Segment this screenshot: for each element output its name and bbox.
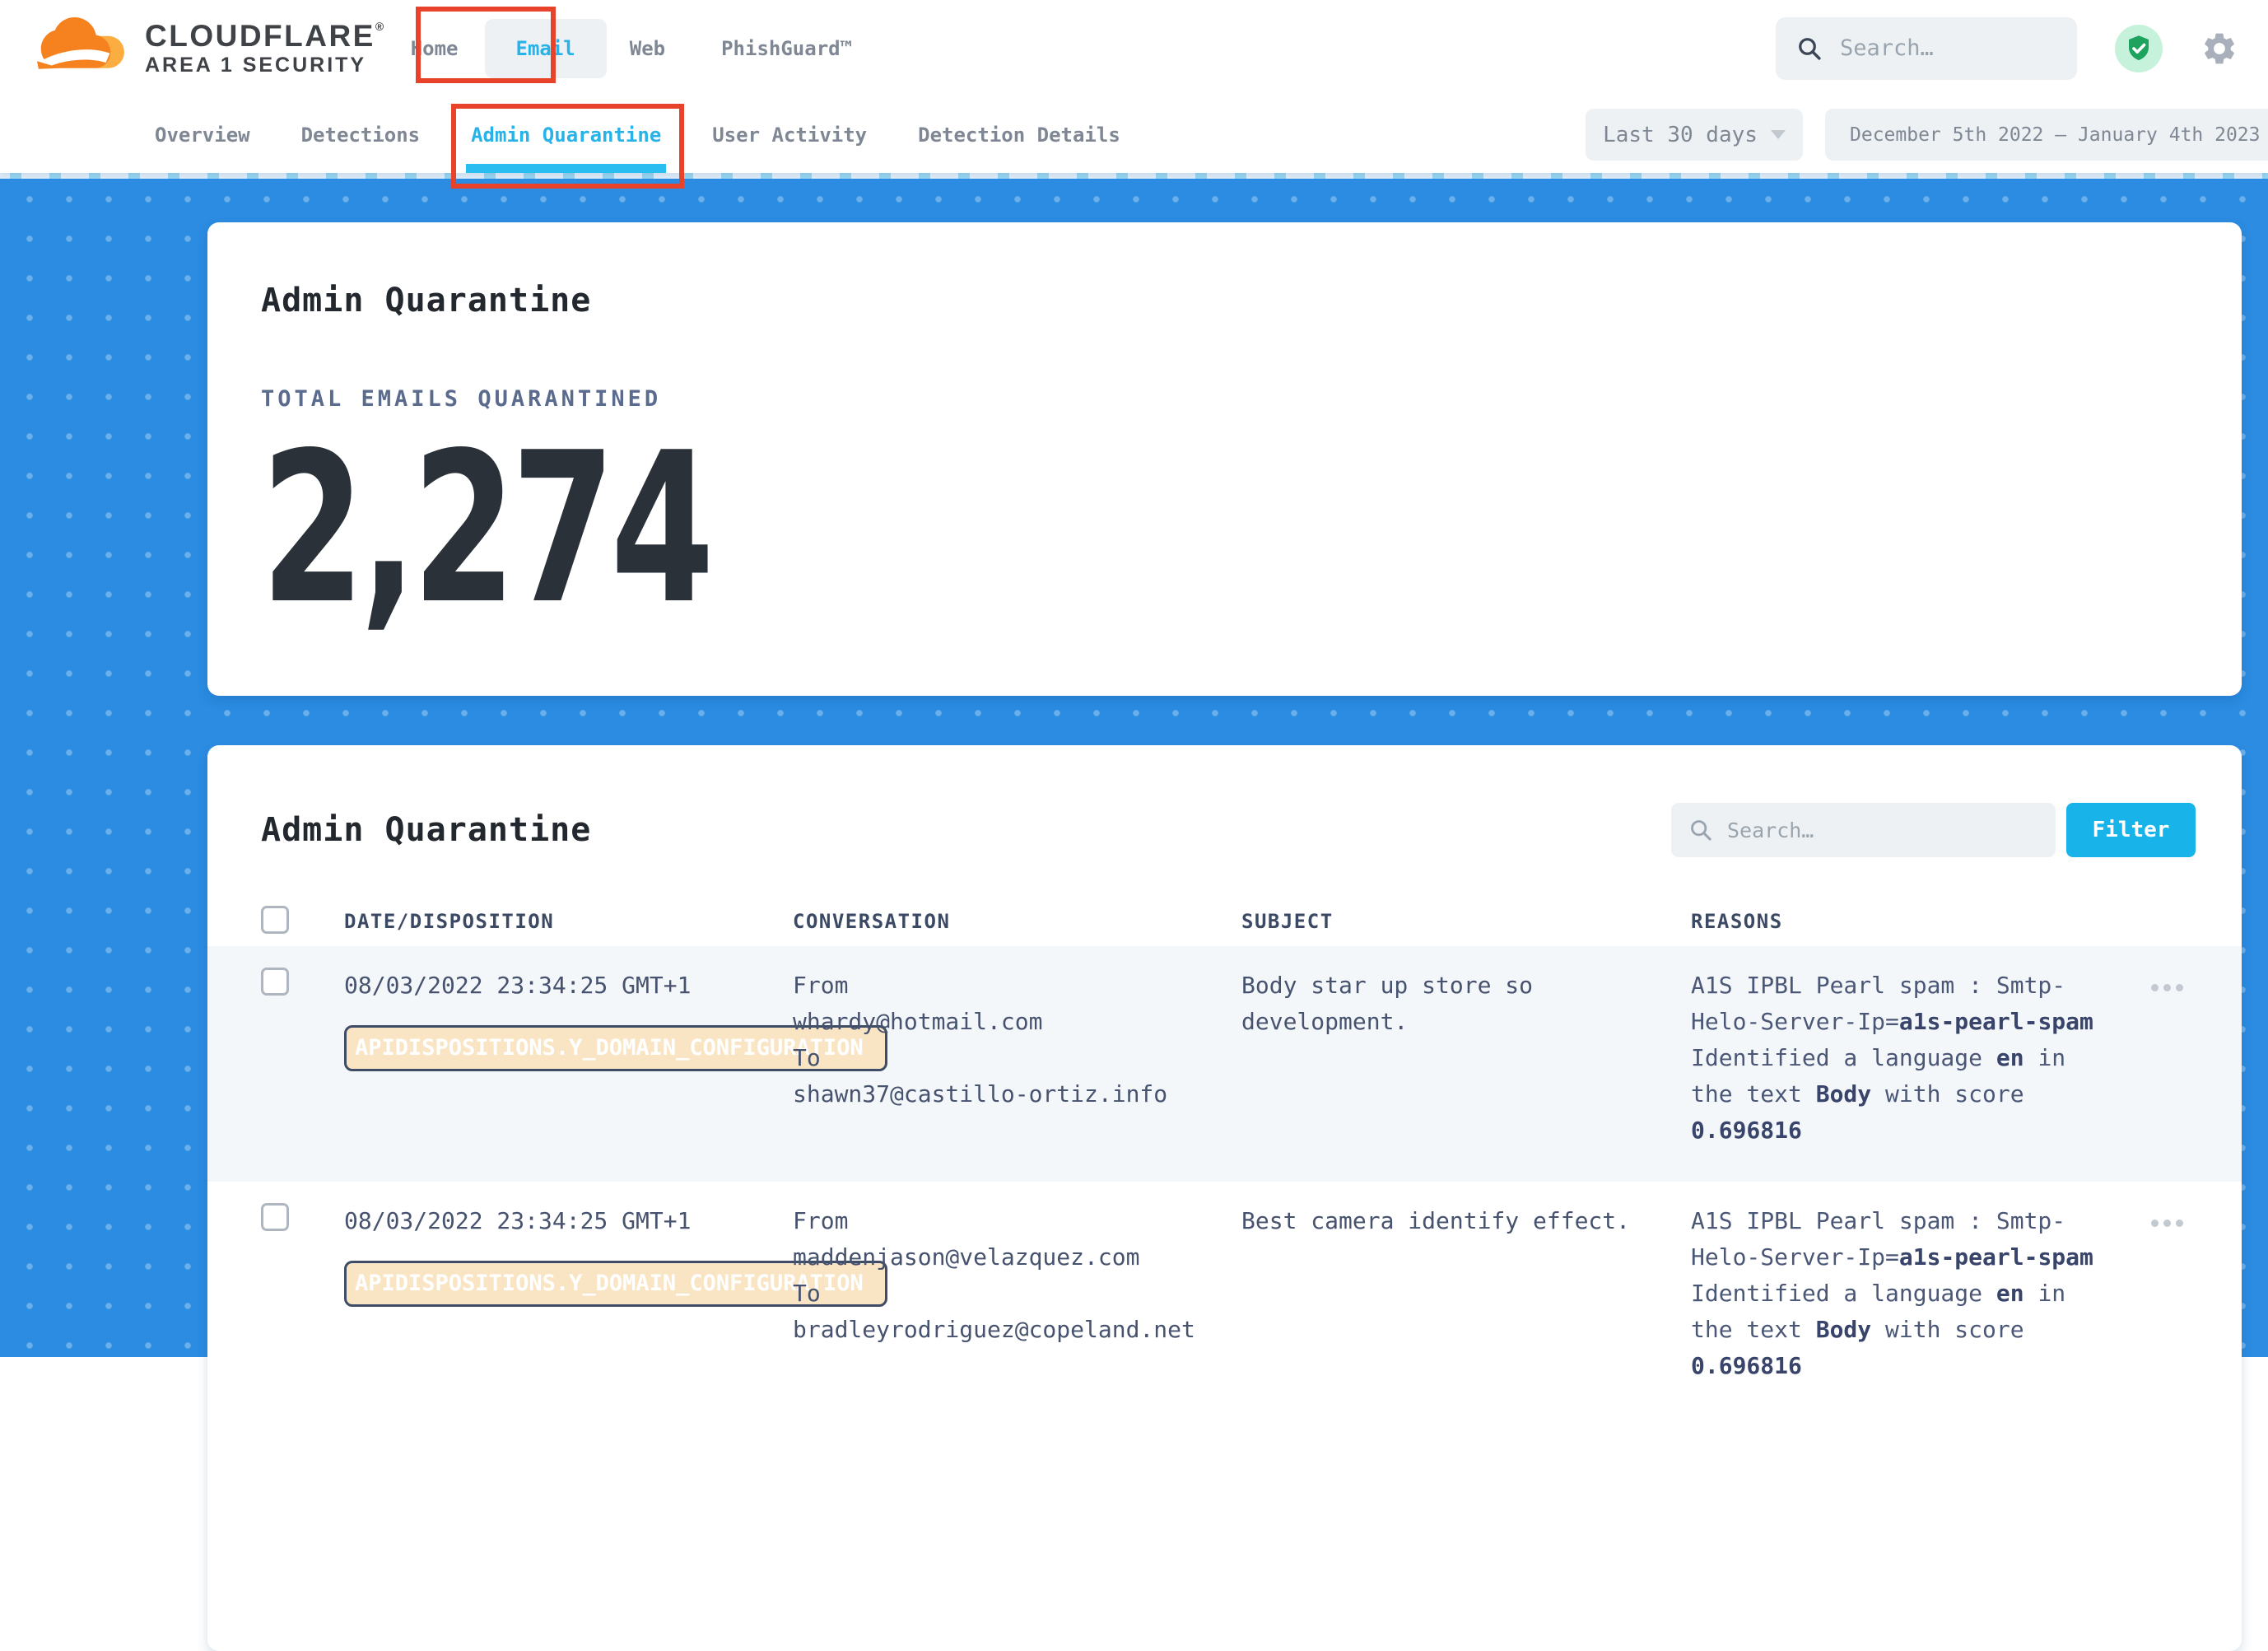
caret-down-icon [1771, 130, 1786, 139]
brand-tagline: AREA 1 SECURITY [145, 55, 386, 76]
col-header-date-disposition: DATE/DISPOSITION [344, 910, 793, 933]
ellipsis-menu-icon[interactable] [2146, 979, 2188, 996]
to-label: To [793, 1276, 1241, 1312]
to-address: shawn37@castillo-ortiz.info [793, 1076, 1241, 1112]
period-dropdown[interactable]: Last 30 days [1586, 109, 1803, 161]
to-label: To [793, 1040, 1241, 1076]
sub-nav-tabs: Overview Detections Admin Quarantine Use… [0, 96, 1120, 173]
to-address: bradleyrodriguez@copeland.net [793, 1312, 1241, 1348]
tab-overview[interactable]: Overview [155, 96, 250, 173]
col-header-reasons: REASONS [1691, 910, 2140, 933]
tab-user-activity[interactable]: User Activity [712, 96, 867, 173]
metric-value: 2,274 [261, 433, 1649, 626]
col-header-conversation: CONVERSATION [793, 910, 1241, 933]
top-nav-items: Home Email Web PhishGuard™ [407, 19, 855, 78]
protection-status-button[interactable] [2115, 25, 2163, 72]
filter-button[interactable]: Filter [2066, 803, 2196, 857]
shield-check-icon [2124, 34, 2154, 63]
row-checkbox[interactable] [261, 968, 289, 996]
nav-item-phishguard[interactable]: PhishGuard™ [718, 37, 855, 60]
global-search[interactable] [1776, 17, 2077, 80]
table-controls: Filter [1671, 803, 2196, 857]
table-card-title: Admin Quarantine [261, 811, 591, 850]
from-address: whardy@hotmail.com [793, 1004, 1241, 1040]
date-range-label: December 5th 2022 — January 4th 2023 [1850, 124, 2261, 146]
top-nav-right [1776, 0, 2238, 96]
brand-text: CLOUDFLARE® AREA 1 SECURITY [145, 21, 386, 76]
nav-item-web[interactable]: Web [626, 37, 668, 60]
row-reasons: A1S IPBL Pearl spam : Smtp-Helo-Server-I… [1691, 968, 2140, 1182]
row-date: 08/03/2022 23:34:25 GMT+1 [344, 1203, 793, 1239]
col-header-subject: SUBJECT [1241, 910, 1691, 933]
from-label: From [793, 968, 1241, 1004]
nav-item-email-pill[interactable]: Email [485, 19, 607, 78]
cloudflare-logo[interactable]: CLOUDFLARE® AREA 1 SECURITY [31, 17, 386, 80]
from-label: From [793, 1203, 1241, 1239]
row-checkbox[interactable] [261, 1203, 289, 1231]
from-address: maddenjason@velazquez.com [793, 1239, 1241, 1276]
row-subject: Best camera identify effect. [1241, 1203, 1645, 1417]
gear-icon[interactable] [2200, 30, 2238, 68]
date-range-picker[interactable]: December 5th 2022 — January 4th 2023 [1825, 109, 2268, 161]
row-conversation: From whardy@hotmail.com To shawn37@casti… [793, 968, 1241, 1182]
table-search-input[interactable] [1725, 818, 2022, 843]
table-row[interactable]: 08/03/2022 23:34:25 GMT+1 APIDISPOSITION… [207, 946, 2242, 1182]
page-background: Admin Quarantine TOTAL EMAILS QUARANTINE… [0, 173, 2268, 1357]
row-reasons: A1S IPBL Pearl spam : Smtp-Helo-Server-I… [1691, 1203, 2140, 1417]
search-icon [1689, 819, 1712, 842]
table-search[interactable] [1671, 803, 2056, 857]
row-date: 08/03/2022 23:34:25 GMT+1 [344, 968, 793, 1004]
search-icon [1797, 36, 1822, 61]
brand-name: CLOUDFLARE [145, 19, 375, 53]
row-conversation: From maddenjason@velazquez.com To bradle… [793, 1203, 1241, 1417]
summary-card-title: Admin Quarantine [261, 222, 2188, 320]
nav-item-email[interactable]: Email [516, 37, 575, 60]
summary-card: Admin Quarantine TOTAL EMAILS QUARANTINE… [207, 222, 2242, 696]
ellipsis-menu-icon[interactable] [2146, 1215, 2188, 1232]
top-nav-bar: CLOUDFLARE® AREA 1 SECURITY Home Email W… [0, 0, 2268, 96]
quarantine-table: DATE/DISPOSITION CONVERSATION SUBJECT RE… [207, 897, 2242, 1417]
global-search-input[interactable] [1838, 35, 2052, 62]
table-row[interactable]: 08/03/2022 23:34:25 GMT+1 APIDISPOSITION… [207, 1182, 2242, 1417]
table-header-row: DATE/DISPOSITION CONVERSATION SUBJECT RE… [207, 897, 2242, 946]
row-subject: Body star up store so development. [1241, 968, 1645, 1182]
registered-mark: ® [375, 20, 386, 33]
tab-detections[interactable]: Detections [301, 96, 421, 173]
quarantine-table-card: Admin Quarantine Filter DATE/DISPOSITION… [207, 745, 2242, 1651]
cloudflare-cloud-icon [31, 17, 137, 80]
tab-admin-quarantine[interactable]: Admin Quarantine [471, 96, 661, 173]
period-label: Last 30 days [1603, 123, 1758, 147]
select-all-checkbox[interactable] [261, 906, 289, 934]
nav-item-home[interactable]: Home [407, 37, 462, 60]
tab-detection-details[interactable]: Detection Details [918, 96, 1120, 173]
table-body: 08/03/2022 23:34:25 GMT+1 APIDISPOSITION… [207, 946, 2242, 1417]
email-sub-nav: Overview Detections Admin Quarantine Use… [0, 96, 2268, 173]
table-card-header: Admin Quarantine Filter [207, 745, 2242, 857]
